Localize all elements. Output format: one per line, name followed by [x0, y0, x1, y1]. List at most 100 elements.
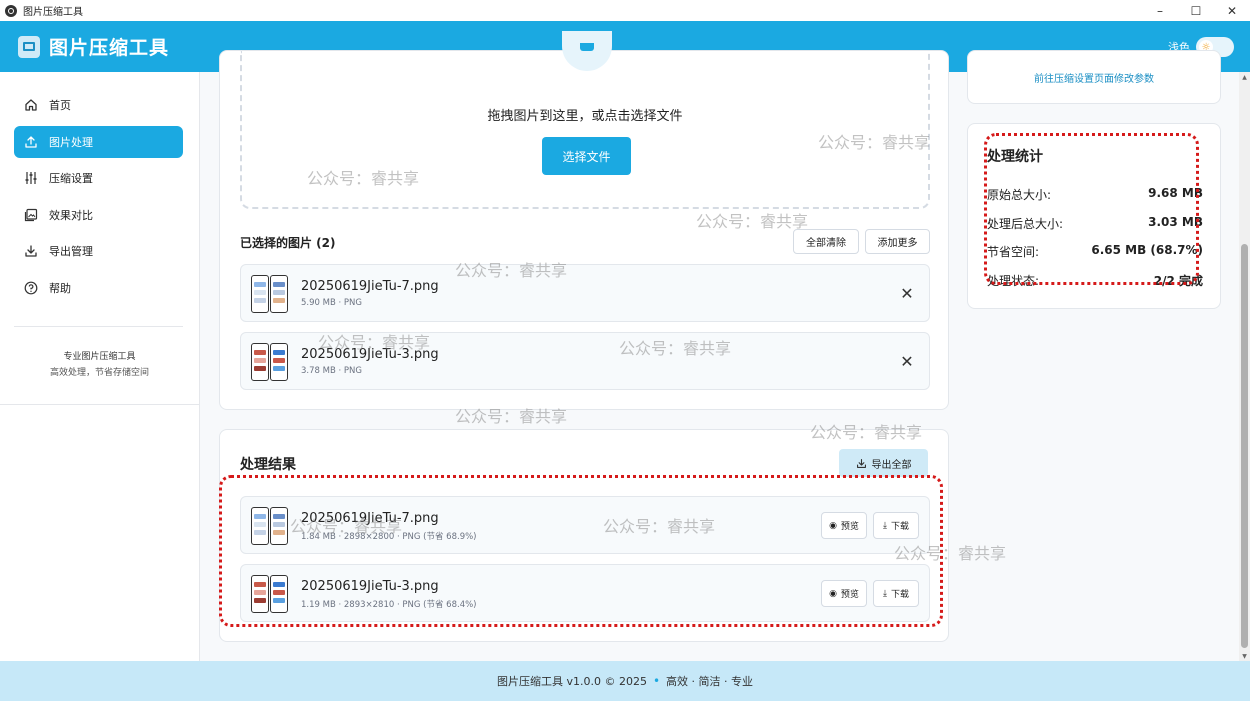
sidebar-item-label: 导出管理	[49, 245, 93, 258]
download-button[interactable]: ⤓ 下载	[873, 512, 919, 539]
sidebar-item-home[interactable]: 首页	[14, 89, 183, 121]
download-icon: ⤓	[883, 520, 887, 531]
download-label: 下载	[890, 522, 909, 532]
sidebar-item-label: 帮助	[49, 281, 71, 295]
drop-zone[interactable]: 拖拽图片到这里，或点击选择文件 选择文件	[240, 31, 930, 209]
clear-all-button[interactable]: 全部清除	[793, 229, 859, 254]
drop-zone-text: 拖拽图片到这里，或点击选择文件	[487, 109, 683, 124]
sidebar: 首页 图片处理 压缩设置 效果对比 导出管理 帮助 专业图片压缩工具 高效处理，…	[0, 72, 200, 661]
file-name: 20250619JieTu-3.png	[301, 579, 439, 594]
eye-icon: ◉	[829, 520, 837, 531]
scroll-up-icon[interactable]: ▲	[1239, 72, 1250, 82]
stat-label: 节省空间:	[987, 245, 1040, 259]
file-thumbnail	[251, 342, 289, 382]
footer-tagline: 高效 · 简洁 · 专业	[666, 675, 754, 688]
sidebar-footer-subtitle: 高效处理，节省存储空间	[49, 367, 149, 378]
window-title: 图片压缩工具	[23, 7, 83, 18]
remove-file-icon[interactable]: ✕	[899, 351, 915, 371]
download-label: 下载	[890, 590, 909, 600]
preview-label: 预览	[840, 522, 859, 532]
sidebar-item-compress-settings[interactable]: 压缩设置	[14, 162, 183, 194]
file-name: 20250619JieTu-7.png	[301, 279, 439, 294]
file-meta: 5.90 MB · PNG	[301, 298, 362, 308]
stat-label: 处理后总大小:	[987, 217, 1064, 231]
sidebar-nav: 首页 图片处理 压缩设置 效果对比 导出管理 帮助	[0, 72, 199, 304]
preview-button[interactable]: ◉ 预览	[821, 580, 867, 607]
download-icon	[856, 458, 866, 468]
stat-value: 6.65 MB (68.7%)	[1091, 243, 1203, 257]
minimize-icon[interactable]: –	[1142, 0, 1178, 21]
add-more-button[interactable]: 添加更多	[865, 229, 930, 254]
remove-file-icon[interactable]: ✕	[899, 283, 915, 303]
export-all-button[interactable]: 导出全部	[839, 449, 928, 477]
app-icon	[5, 4, 17, 17]
stat-row-status: 处理状态: 2/2 完成	[987, 272, 1203, 289]
file-name: 20250619JieTu-3.png	[301, 347, 439, 362]
app-footer: 图片压缩工具 v1.0.0 © 2025 • 高效 · 简洁 · 专业	[0, 661, 1250, 701]
sidebar-item-help[interactable]: 帮助	[14, 272, 183, 304]
stat-row-processed-size: 处理后总大小: 3.03 MB	[987, 215, 1203, 232]
app-logo-icon	[18, 35, 40, 58]
stat-row-original-size: 原始总大小: 9.68 MB	[987, 186, 1203, 203]
file-meta: 3.78 MB · PNG	[301, 366, 362, 376]
stat-value: 9.68 MB	[1148, 186, 1203, 200]
upload-icon	[23, 134, 39, 150]
settings-link[interactable]: 前往压缩设置页面修改参数	[968, 70, 1220, 85]
close-icon[interactable]: ✕	[1214, 0, 1250, 21]
stats-card: 处理统计 原始总大小: 9.68 MB 处理后总大小: 3.03 MB 节省空间…	[967, 123, 1221, 309]
select-file-button[interactable]: 选择文件	[542, 137, 631, 175]
upload-card: 拖拽图片到这里，或点击选择文件 选择文件 已选择的图片 (2) 全部清除 添加更…	[219, 31, 949, 410]
selected-images-header: 已选择的图片 (2) 全部清除 添加更多	[240, 229, 930, 255]
main-scrollbar[interactable]: ▲ ▼	[1239, 72, 1250, 661]
export-all-label: 导出全部	[871, 459, 912, 471]
app-title: 图片压缩工具	[49, 37, 170, 59]
help-icon	[23, 280, 39, 296]
upload-cloud-icon	[562, 31, 612, 71]
footer-version: 图片压缩工具 v1.0.0 © 2025	[496, 675, 647, 688]
maximize-icon[interactable]: ☐	[1178, 0, 1214, 21]
sidebar-item-label: 首页	[49, 99, 71, 112]
window-titlebar: 图片压缩工具 – ☐ ✕	[0, 0, 1250, 21]
sidebar-bottom-divider	[0, 404, 200, 405]
stat-row-saved-space: 节省空间: 6.65 MB (68.7%)	[987, 243, 1203, 260]
scrollbar-thumb[interactable]	[1241, 244, 1248, 648]
footer-separator: •	[652, 674, 661, 688]
eye-icon: ◉	[829, 588, 837, 599]
preview-button[interactable]: ◉ 预览	[821, 512, 867, 539]
selected-file-row: 20250619JieTu-3.png 3.78 MB · PNG ✕	[240, 332, 930, 390]
results-title: 处理结果	[240, 457, 296, 473]
download-icon	[23, 243, 39, 259]
stat-value: 2/2 完成	[1153, 274, 1203, 288]
sidebar-footer: 专业图片压缩工具 高效处理，节省存储空间	[0, 349, 199, 381]
selected-file-row: 20250619JieTu-7.png 5.90 MB · PNG ✕	[240, 264, 930, 322]
scroll-down-icon[interactable]: ▼	[1239, 651, 1250, 661]
file-thumbnail	[251, 574, 289, 614]
sidebar-item-compare[interactable]: 效果对比	[14, 199, 183, 231]
stat-value: 3.03 MB	[1148, 215, 1203, 229]
sliders-icon	[23, 170, 39, 186]
result-file-row: 20250619JieTu-3.png 1.19 MB · 2893×2810 …	[240, 564, 930, 622]
file-name: 20250619JieTu-7.png	[301, 511, 439, 526]
file-meta: 1.19 MB · 2893×2810 · PNG (节省 68.4%)	[301, 600, 477, 610]
stat-label: 原始总大小:	[987, 188, 1052, 202]
results-card: 处理结果 导出全部 20250619JieTu-7.png 1.84 MB · …	[219, 429, 949, 642]
sidebar-divider	[14, 325, 183, 327]
sidebar-footer-title: 专业图片压缩工具	[63, 351, 136, 362]
stats-title: 处理统计	[987, 149, 1043, 165]
sidebar-item-label: 图片处理	[49, 135, 93, 149]
sidebar-item-export[interactable]: 导出管理	[14, 235, 183, 267]
settings-tip-card: 前往压缩设置页面修改参数	[967, 50, 1221, 104]
sidebar-item-label: 压缩设置	[49, 172, 93, 185]
download-button[interactable]: ⤓ 下载	[873, 580, 919, 607]
file-thumbnail	[251, 274, 289, 314]
sidebar-item-label: 效果对比	[49, 208, 93, 222]
file-meta: 1.84 MB · 2898×2800 · PNG (节省 68.9%)	[301, 532, 477, 542]
window-controls: – ☐ ✕	[1142, 0, 1250, 21]
sidebar-item-image-processing[interactable]: 图片处理	[14, 125, 183, 158]
home-icon	[23, 97, 39, 113]
image-compare-icon	[23, 207, 39, 223]
selected-images-title: 已选择的图片 (2)	[240, 236, 336, 250]
preview-label: 预览	[840, 590, 859, 600]
result-file-row: 20250619JieTu-7.png 1.84 MB · 2898×2800 …	[240, 496, 930, 554]
stat-label: 处理状态:	[987, 274, 1040, 288]
